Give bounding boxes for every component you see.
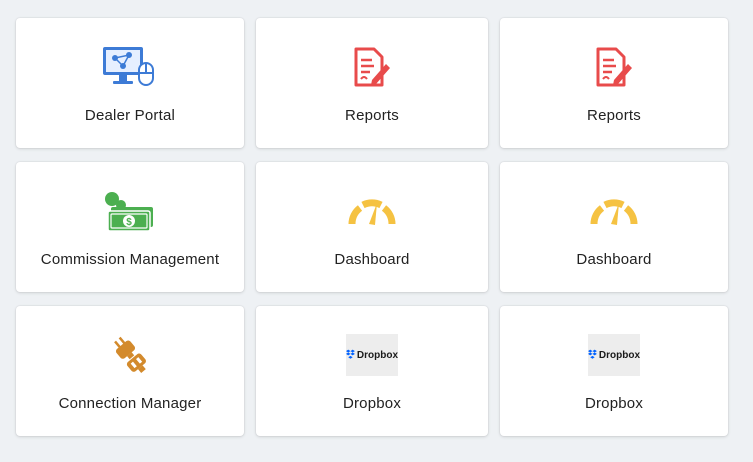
tile-label: Dropbox xyxy=(342,395,402,412)
tile-dropbox[interactable]: Dropbox Dropbox xyxy=(500,306,728,436)
dealer-portal-icon xyxy=(100,44,160,90)
tile-dropbox[interactable]: Dropbox Dropbox xyxy=(256,306,488,436)
dropbox-logo: Dropbox xyxy=(342,332,402,378)
dashboard-gauge-icon xyxy=(342,188,402,234)
tile-label: Dealer Portal xyxy=(84,107,176,124)
svg-text:$: $ xyxy=(126,217,132,228)
tile-reports[interactable]: Reports xyxy=(500,18,728,148)
tile-label: Dashboard xyxy=(334,251,410,268)
tile-label: Reports xyxy=(587,107,641,124)
app-tile-grid: Dealer Portal Reports Reports $ Commissi… xyxy=(16,18,728,436)
reports-icon xyxy=(584,44,644,90)
tile-label: Dropbox xyxy=(584,395,644,412)
tile-dashboard[interactable]: Dashboard xyxy=(500,162,728,292)
dropbox-box-icon xyxy=(346,349,355,359)
tile-label: Connection Manager xyxy=(58,395,202,412)
tile-label: Reports xyxy=(345,107,399,124)
dropbox-logo-text: Dropbox xyxy=(356,349,398,361)
tile-reports[interactable]: Reports xyxy=(256,18,488,148)
dropbox-logo: Dropbox xyxy=(584,332,644,378)
tile-label: Dashboard xyxy=(576,251,652,268)
tile-dashboard[interactable]: Dashboard xyxy=(256,162,488,292)
commission-money-icon: $ xyxy=(100,188,160,234)
reports-icon xyxy=(342,44,402,90)
dropbox-logo-text: Dropbox xyxy=(598,349,640,361)
tile-commission-management[interactable]: $ Commission Management xyxy=(16,162,244,292)
dropbox-box-icon xyxy=(588,349,597,359)
plug-connection-icon xyxy=(100,332,160,378)
tile-label: Commission Management xyxy=(40,251,220,268)
tile-dealer-portal[interactable]: Dealer Portal xyxy=(16,18,244,148)
tile-connection-manager[interactable]: Connection Manager xyxy=(16,306,244,436)
dashboard-gauge-icon xyxy=(584,188,644,234)
